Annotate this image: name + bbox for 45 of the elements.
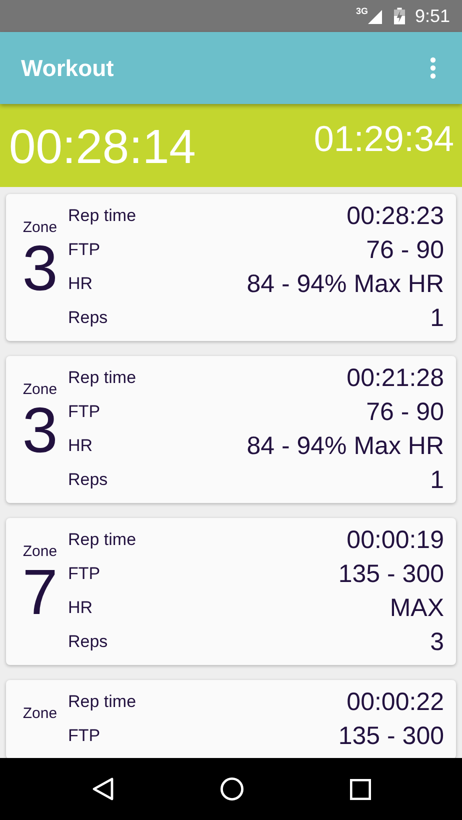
field-label: Reps <box>68 632 108 652</box>
field-label: HR <box>68 274 93 294</box>
field-label: HR <box>68 436 93 456</box>
field-value: 84 - 94% Max HR <box>246 432 444 460</box>
back-icon[interactable] <box>92 777 114 801</box>
field-value: 84 - 94% Max HR <box>246 270 444 298</box>
field-value: 76 - 90 <box>366 398 444 426</box>
field-label: Rep time <box>68 530 136 550</box>
field-label: Rep time <box>68 692 136 712</box>
field-value: 76 - 90 <box>366 236 444 264</box>
home-icon[interactable] <box>220 777 244 801</box>
zone-label: Zone <box>22 543 58 560</box>
app-title: Workout <box>21 54 114 82</box>
total-time: 01:29:34 <box>314 118 454 160</box>
zone-label: Zone <box>22 219 58 236</box>
field-label: Reps <box>68 470 108 490</box>
field-value: 135 - 300 <box>338 722 444 750</box>
battery-charging-icon <box>394 7 405 25</box>
clock: 9:51 <box>414 6 450 26</box>
field-label: FTP <box>68 402 100 422</box>
field-label: Rep time <box>68 206 136 226</box>
field-label: HR <box>68 598 93 618</box>
field-value: MAX <box>390 594 444 622</box>
elapsed-time: 00:28:14 <box>9 120 196 175</box>
field-value: 135 - 300 <box>338 560 444 588</box>
field-value: 3 <box>430 628 444 656</box>
field-label: FTP <box>68 564 100 584</box>
zone-number: 7 <box>22 560 58 624</box>
field-label: Rep time <box>68 368 136 388</box>
zone-label: Zone <box>22 381 58 398</box>
field-value: 00:21:28 <box>346 364 444 392</box>
field-label: FTP <box>68 726 100 746</box>
field-value: 1 <box>430 304 444 332</box>
field-value: 00:28:23 <box>346 202 444 230</box>
zone-number: 3 <box>22 398 58 462</box>
field-label: Reps <box>68 308 108 328</box>
zone-label: Zone <box>22 705 58 722</box>
field-label: FTP <box>68 240 100 260</box>
field-value: 00:00:22 <box>346 688 444 716</box>
network-type: 3G <box>356 6 368 16</box>
zone-number: 3 <box>22 236 58 300</box>
field-value: 1 <box>430 466 444 494</box>
recents-icon[interactable] <box>350 778 370 800</box>
field-value: 00:00:19 <box>346 526 444 554</box>
signal-icon <box>368 10 382 24</box>
